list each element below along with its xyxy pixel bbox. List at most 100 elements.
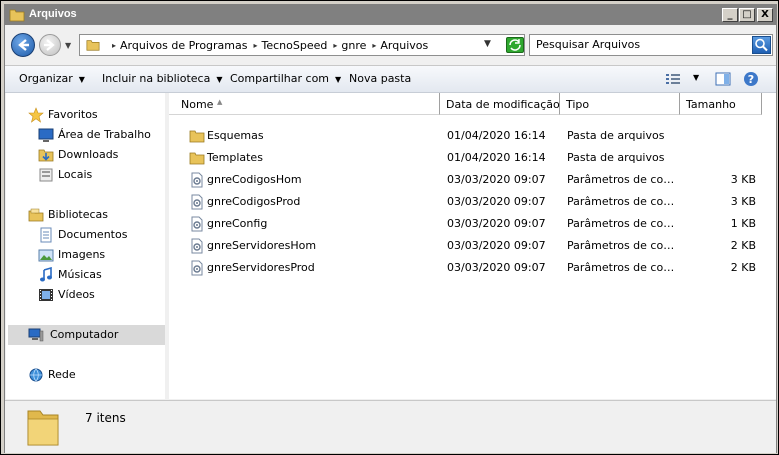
preview-pane-icon[interactable] xyxy=(715,71,731,87)
file-name: gnreServidoresHom xyxy=(207,239,317,252)
file-name: gnreServidoresProd xyxy=(207,261,315,274)
address-bar[interactable]: ▸ Arquivos de Programas ▸ TecnoSpeed ▸ g… xyxy=(79,34,525,56)
nav-label: Documentos xyxy=(58,228,128,241)
chevron-right-icon[interactable]: ▸ xyxy=(372,41,376,50)
share-with-menu[interactable]: Compartilhar com ▼ xyxy=(230,72,341,85)
sort-ascending-icon: ▲ xyxy=(217,98,223,106)
maximize-button[interactable]: □ xyxy=(739,8,755,22)
column-header-name[interactable]: Nome ▲ xyxy=(169,93,440,115)
column-header-size[interactable]: Tamanho xyxy=(680,93,762,115)
navigation-pane: Favoritos Área de Trabalho Downloads Loc… xyxy=(6,93,166,399)
nav-label: Computador xyxy=(50,328,119,341)
file-name: gnreConfig xyxy=(207,217,268,230)
file-row[interactable]: gnreServidoresProd 03/03/2020 09:07 Parâme… xyxy=(169,257,776,279)
file-date: 01/04/2020 16:14 xyxy=(447,151,546,164)
svg-text:?: ? xyxy=(748,73,754,86)
include-label: Incluir na biblioteca xyxy=(102,72,211,85)
file-type: Parâmetros de confi... xyxy=(567,261,679,274)
nav-label: Bibliotecas xyxy=(48,208,109,221)
file-size: 3 KB xyxy=(730,173,756,186)
column-label: Tamanho xyxy=(686,98,736,111)
search-placeholder: Pesquisar Arquivos xyxy=(536,38,641,51)
file-date: 01/04/2020 16:14 xyxy=(447,129,546,142)
back-arrow-icon xyxy=(18,39,29,51)
search-icon xyxy=(755,38,768,52)
forward-button[interactable] xyxy=(39,34,61,56)
file-row[interactable]: gnreCodigosHom 03/03/2020 09:07 Parâmetros… xyxy=(169,169,776,191)
item-count: 7 itens xyxy=(85,411,126,425)
minimize-button[interactable]: _ xyxy=(722,8,738,22)
file-row[interactable]: gnreConfig 03/03/2020 09:07 Parâmetros de … xyxy=(169,213,776,235)
chevron-down-icon: ▼ xyxy=(335,75,342,84)
breadcrumb: ▸ Arquivos de Programas ▸ TecnoSpeed ▸ g… xyxy=(106,35,428,55)
file-name: Esquemas xyxy=(207,129,264,142)
file-name: Templates xyxy=(207,151,263,164)
view-details-icon[interactable] xyxy=(665,71,681,87)
file-name: gnreCodigosProd xyxy=(207,195,301,208)
column-header-date[interactable]: Data de modificação xyxy=(440,93,560,115)
views-dropdown-icon[interactable]: ▼ xyxy=(693,73,699,89)
file-row[interactable]: Templates 01/04/2020 16:14 Pasta de arquiv… xyxy=(169,147,776,169)
file-date: 03/03/2020 09:07 xyxy=(447,261,546,274)
chevron-down-icon: ▼ xyxy=(78,75,85,84)
nav-label: Favoritos xyxy=(48,108,98,121)
chevron-right-icon[interactable]: ▸ xyxy=(253,41,257,50)
network-icon xyxy=(29,368,43,382)
title-bar[interactable]: Arquivos _ □ X xyxy=(5,5,776,25)
organize-menu[interactable]: Organizar ▼ xyxy=(19,72,85,85)
address-dropdown-icon[interactable]: ▼ xyxy=(484,39,491,49)
details-pane: 7 itens xyxy=(5,400,776,453)
chevron-right-icon[interactable]: ▸ xyxy=(333,41,337,50)
libraries-icon xyxy=(28,208,44,222)
music-icon xyxy=(40,267,52,282)
recent-places-icon xyxy=(39,168,53,182)
file-date: 03/03/2020 09:07 xyxy=(447,173,546,186)
file-name: gnreCodigosHom xyxy=(207,173,302,186)
file-size: 3 KB xyxy=(730,195,756,208)
file-date: 03/03/2020 09:07 xyxy=(447,239,546,252)
config-file-icon xyxy=(191,172,203,188)
nav-label: Imagens xyxy=(58,248,106,261)
recent-pages-dropdown[interactable]: ▼ xyxy=(65,41,75,51)
back-button[interactable] xyxy=(11,33,35,57)
folder-icon xyxy=(27,410,59,446)
window-title: Arquivos xyxy=(29,8,77,20)
organize-label: Organizar xyxy=(19,72,73,85)
close-button[interactable]: X xyxy=(757,8,773,22)
file-type: Parâmetros de confi... xyxy=(567,217,679,230)
folder-icon xyxy=(189,152,205,165)
breadcrumb-item[interactable]: TecnoSpeed xyxy=(262,39,328,52)
breadcrumb-item[interactable]: Arquivos de Programas xyxy=(120,39,247,52)
file-date: 03/03/2020 09:07 xyxy=(447,195,546,208)
downloads-folder-icon xyxy=(38,149,54,162)
config-file-icon xyxy=(191,260,203,276)
file-type: Pasta de arquivos xyxy=(567,129,665,142)
search-input[interactable]: Pesquisar Arquivos xyxy=(529,34,773,56)
nav-label: Área de Trabalho xyxy=(58,128,151,141)
file-row[interactable]: gnreCodigosProd 03/03/2020 09:07 Parâmetro… xyxy=(169,191,776,213)
address-row: ▼ ▸ Arquivos de Programas ▸ TecnoSpeed ▸… xyxy=(5,25,776,66)
videos-icon xyxy=(39,289,53,301)
file-row[interactable]: gnreServidoresHom 03/03/2020 09:07 Parâmet… xyxy=(169,235,776,257)
computer-icon xyxy=(28,328,44,342)
new-folder-button[interactable]: Nova pasta xyxy=(349,72,411,85)
chevron-right-icon[interactable]: ▸ xyxy=(112,41,116,50)
file-row[interactable]: Esquemas 01/04/2020 16:14 Pasta de arquivo… xyxy=(169,125,776,147)
star-icon xyxy=(28,107,44,123)
breadcrumb-item[interactable]: gnre xyxy=(341,39,366,52)
nav-label: Downloads xyxy=(58,148,119,161)
folder-icon xyxy=(189,130,205,143)
search-button[interactable] xyxy=(752,36,771,54)
help-icon[interactable]: ? xyxy=(743,71,759,87)
refresh-button[interactable] xyxy=(506,37,524,53)
column-label: Data de modificação xyxy=(446,98,560,111)
chevron-down-icon: ▼ xyxy=(216,75,223,84)
file-size: 2 KB xyxy=(730,239,756,252)
breadcrumb-item[interactable]: Arquivos xyxy=(380,39,428,52)
include-in-library-menu[interactable]: Incluir na biblioteca ▼ xyxy=(102,72,222,85)
nav-computer[interactable]: Computador xyxy=(8,325,165,345)
documents-icon xyxy=(40,227,52,243)
desktop-icon xyxy=(38,128,54,142)
column-header-type[interactable]: Tipo xyxy=(560,93,680,115)
file-size: 2 KB xyxy=(730,261,756,274)
